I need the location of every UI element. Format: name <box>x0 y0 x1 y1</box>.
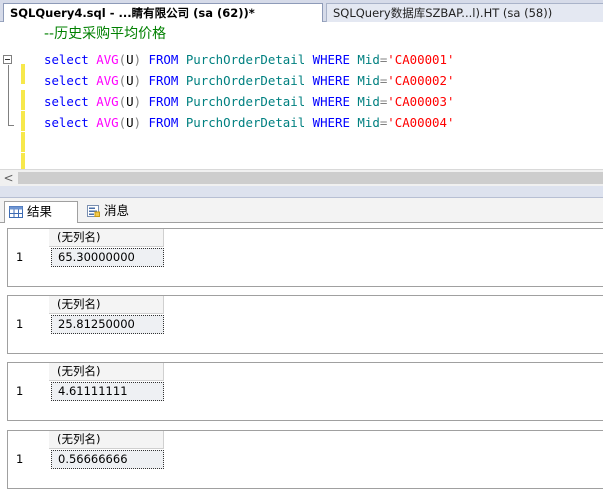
tab-sqlquery4[interactable]: SQLQuery4.sql - ...睛有限公司 (sa (62))* <box>3 3 323 23</box>
sql-comment: --历史采购平均价格 <box>44 26 167 42</box>
result-grid-4[interactable]: (无列名) 1 0.56666666 <box>7 430 603 489</box>
column-header[interactable]: (无列名) <box>49 229 164 247</box>
result-cell[interactable]: 4.61111111 <box>51 382 164 401</box>
sql-editor[interactable]: --历史采购平均价格 select AVG(U) FROM PurchOrder… <box>0 22 603 173</box>
result-cell[interactable]: 0.56666666 <box>51 450 164 469</box>
result-grid-1[interactable]: (无列名) 1 65.30000000 <box>7 228 603 287</box>
tab-messages[interactable]: 消息 <box>82 201 148 223</box>
result-cell[interactable]: 25.81250000 <box>51 315 164 334</box>
row-number[interactable]: 1 <box>8 247 49 267</box>
row-number[interactable]: 1 <box>8 449 49 469</box>
sql-statement: select AVG(U) FROM PurchOrderDetail WHER… <box>44 52 455 67</box>
pane-splitter[interactable] <box>0 186 603 198</box>
tab-sqlquery-szbap[interactable]: SQLQuery数据库SZBAP...l).HT (sa (58)) <box>326 3 603 23</box>
column-header[interactable]: (无列名) <box>49 296 164 314</box>
scroll-left-arrow-icon[interactable]: < <box>0 170 17 186</box>
result-grid-3[interactable]: (无列名) 1 4.61111111 <box>7 362 603 421</box>
tab-results[interactable]: 结果 <box>4 201 78 223</box>
result-cell[interactable]: 65.30000000 <box>51 248 164 267</box>
scrollbar-thumb[interactable] <box>18 172 603 184</box>
document-tab-strip: SQLQuery4.sql - ...睛有限公司 (sa (62))* SQLQ… <box>0 0 603 23</box>
sql-statement: select AVG(U) FROM PurchOrderDetail WHER… <box>44 94 455 109</box>
message-icon <box>87 205 100 217</box>
results-tab-strip: 结果 消息 <box>0 198 603 223</box>
column-header[interactable]: (无列名) <box>49 363 164 381</box>
grid-icon <box>9 206 23 218</box>
code-line-4: select AVG(U) FROM PurchOrderDetail WHER… <box>0 113 603 173</box>
sql-statement: select AVG(U) FROM PurchOrderDetail WHER… <box>44 115 455 130</box>
tab-results-label: 结果 <box>27 204 53 219</box>
code-line-3: select AVG(U) FROM PurchOrderDetail WHER… <box>0 92 603 152</box>
column-header[interactable]: (无列名) <box>49 431 164 449</box>
row-number[interactable]: 1 <box>8 381 49 401</box>
result-grid-2[interactable]: (无列名) 1 25.81250000 <box>7 295 603 354</box>
row-number[interactable]: 1 <box>8 314 49 334</box>
tab-messages-label: 消息 <box>104 203 130 218</box>
code-line-2: select AVG(U) FROM PurchOrderDetail WHER… <box>0 71 603 131</box>
sql-statement: select AVG(U) FROM PurchOrderDetail WHER… <box>44 73 455 88</box>
code-line-comment: --历史采购平均价格 <box>0 24 603 84</box>
editor-horizontal-scrollbar[interactable]: < <box>0 169 603 186</box>
code-line-1: select AVG(U) FROM PurchOrderDetail WHER… <box>0 50 603 110</box>
